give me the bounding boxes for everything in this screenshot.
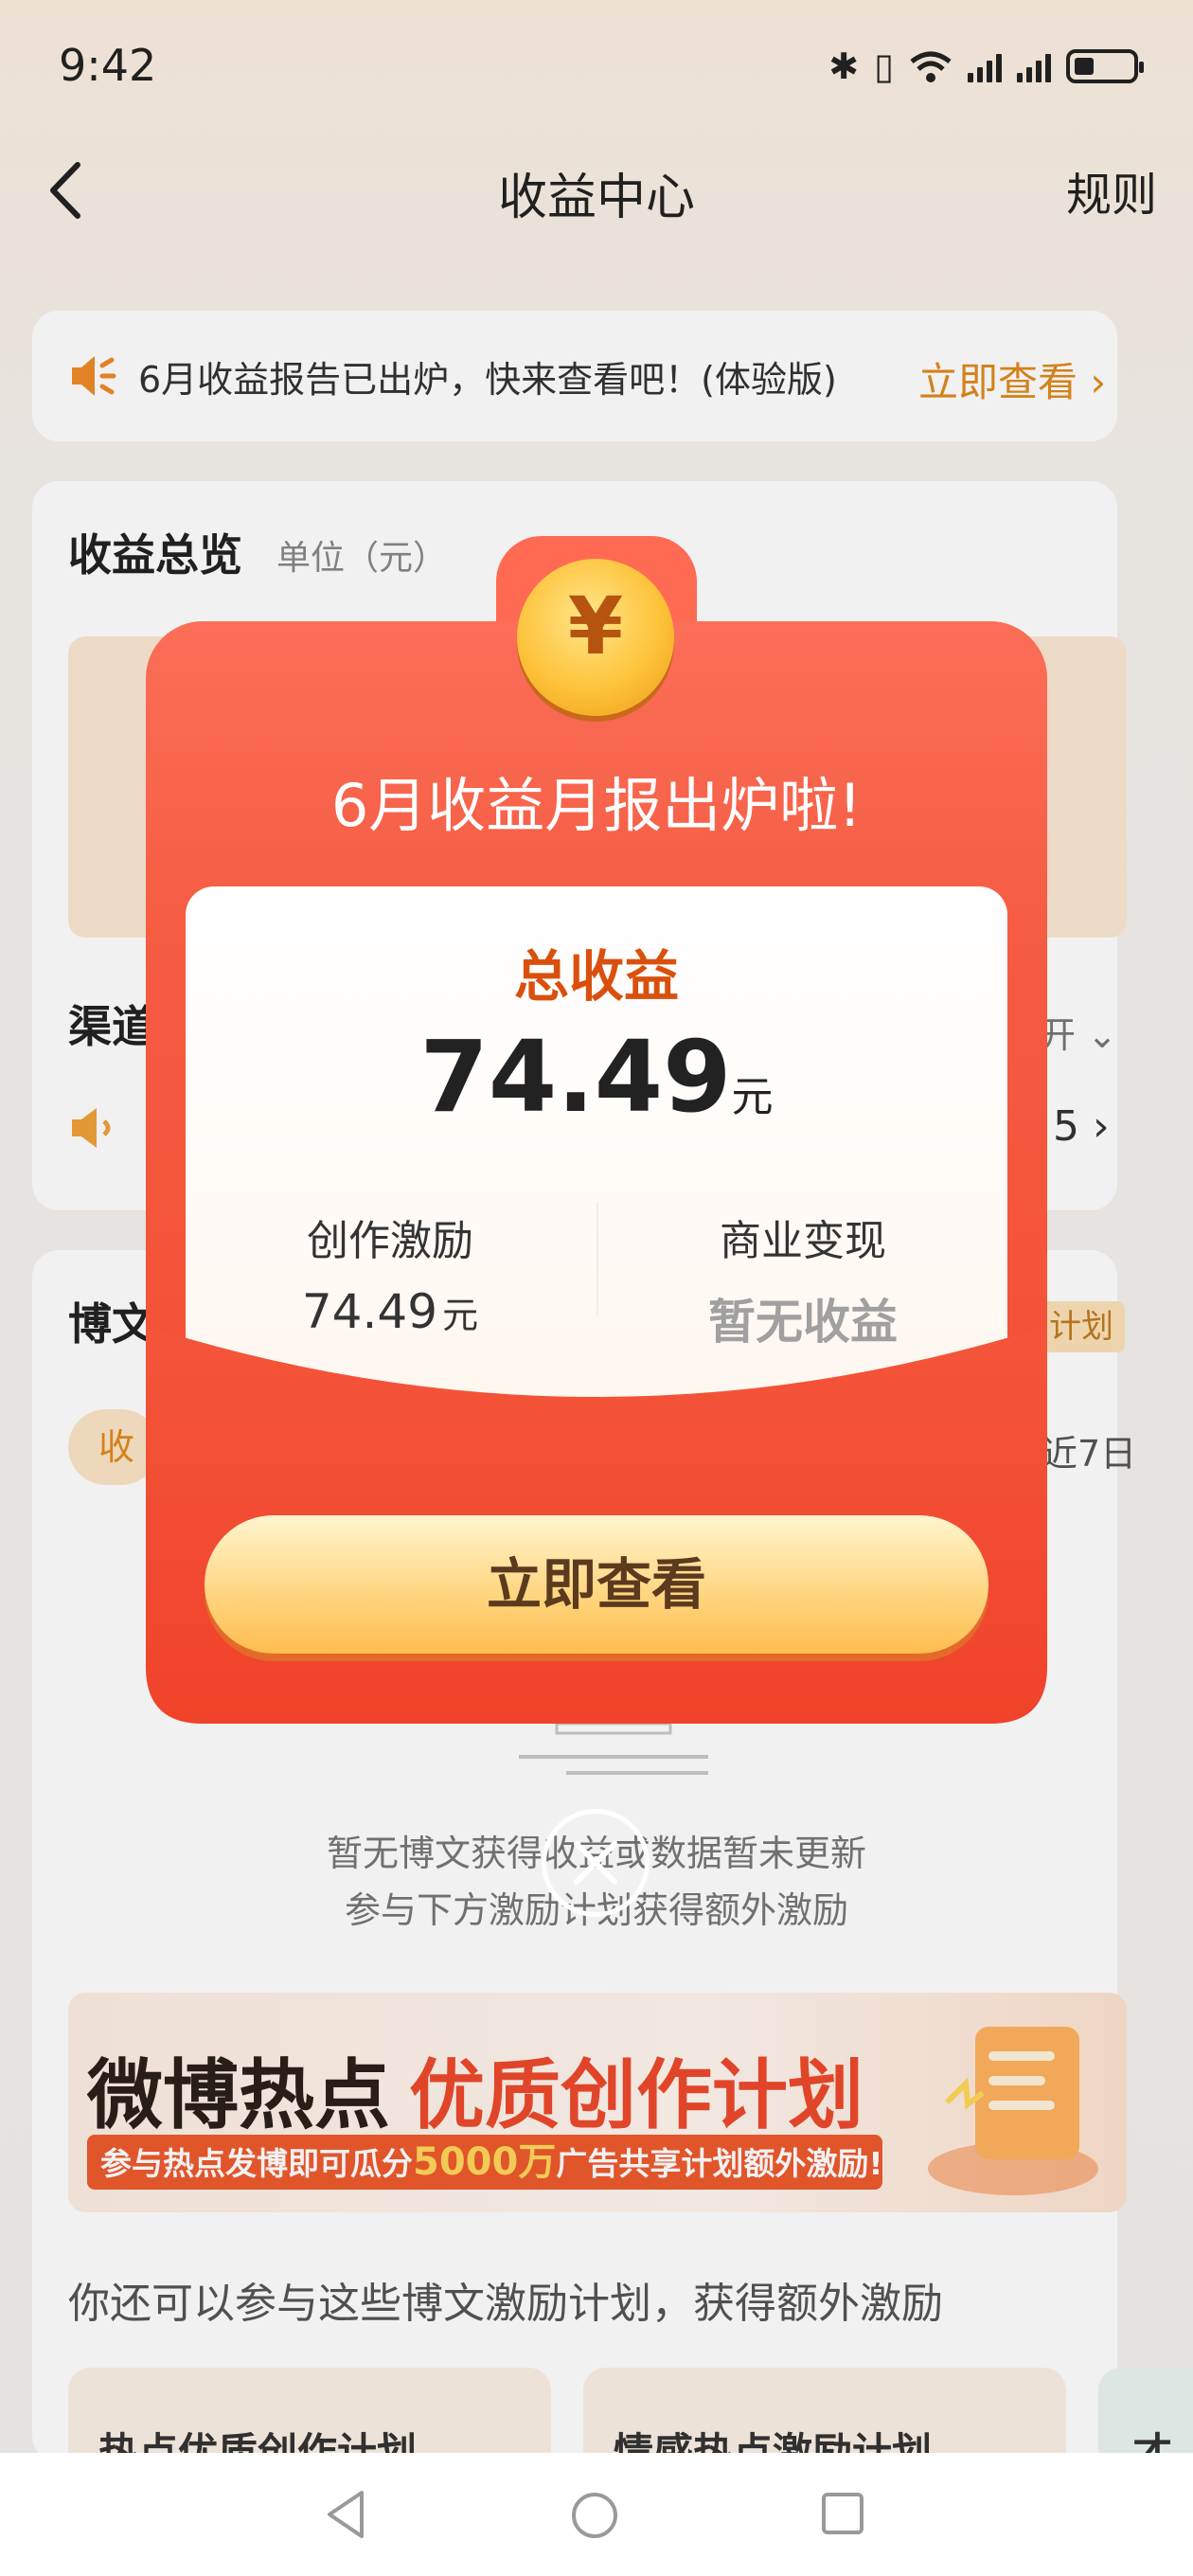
view-now-button[interactable]: 立即查看 xyxy=(205,1515,988,1654)
total-earnings: 74.49元 xyxy=(186,1019,1007,1135)
total-earnings-value: 74.49 xyxy=(419,1019,732,1135)
total-earnings-unit: 元 xyxy=(731,1073,774,1121)
nav-home-icon[interactable] xyxy=(570,2491,619,2540)
nav-recents-icon[interactable] xyxy=(820,2491,865,2536)
business-label: 商业变现 xyxy=(720,1217,886,1265)
incentive-label: 创作激励 xyxy=(307,1217,473,1265)
nav-back-icon[interactable] xyxy=(322,2487,369,2542)
total-earnings-label: 总收益 xyxy=(513,944,679,1009)
close-icon[interactable] xyxy=(542,1809,650,1917)
popup-title: 6月收益月报出炉啦! xyxy=(330,771,863,840)
yen-symbol: ¥ xyxy=(567,580,624,672)
